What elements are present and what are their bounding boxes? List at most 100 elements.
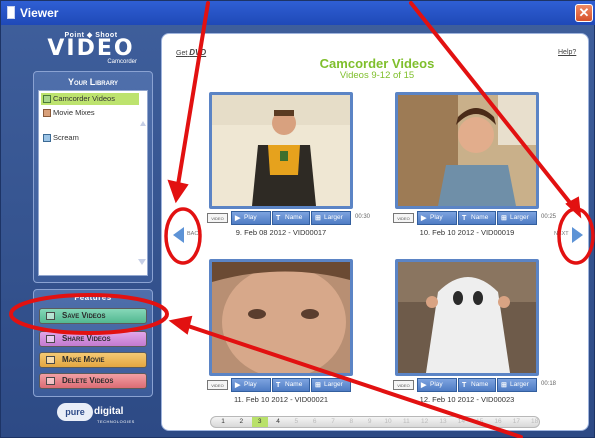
play-icon: ▶ [421, 215, 427, 222]
name-button[interactable]: T Name [458, 378, 496, 392]
name-label: Name [471, 214, 489, 221]
next-label: NEXT [554, 231, 569, 237]
name-button[interactable]: T Name [272, 378, 310, 392]
library-item-label: Scream [53, 133, 79, 142]
page-number[interactable]: 13 [435, 417, 451, 427]
video-duration: 00:30 [355, 214, 371, 220]
play-button[interactable]: ▶ Play [417, 378, 457, 392]
back-label: BACK [187, 231, 202, 237]
play-label: Play [244, 381, 257, 388]
help-link[interactable]: Help? [558, 49, 576, 56]
make-movie-button[interactable]: Make Movie [39, 352, 147, 368]
library-panel: Your Library Camcorder Videos Movie Mixe… [33, 71, 153, 283]
share-videos-button[interactable]: Share Videos [39, 331, 147, 347]
video-file-icon: VIDEO [393, 380, 414, 390]
play-label: Play [430, 214, 443, 221]
page-number[interactable]: 16 [490, 417, 506, 427]
product-logo: Point ◆ Shoot VIDEO Camcorder [31, 31, 151, 71]
library-item-camcorder-videos[interactable]: Camcorder Videos [41, 93, 139, 105]
library-item-scream[interactable]: Scream [41, 132, 139, 144]
get-dvd-prefix: Get [176, 50, 188, 57]
page-number[interactable]: 15 [472, 417, 488, 427]
video-caption: 10. Feb 10 2012 - VID00019 [419, 228, 515, 237]
window-title: Viewer [20, 6, 59, 20]
larger-label: Larger [324, 214, 343, 221]
arrow-left-icon [173, 227, 184, 243]
video-file-icon: VIDEO [393, 213, 414, 223]
video-browser-panel: Get DVD Help? Camcorder Videos Videos 9-… [161, 33, 589, 431]
page-number[interactable]: 3 [251, 417, 268, 427]
larger-button[interactable]: ⊞ Larger [311, 378, 351, 392]
text-icon: T [276, 215, 281, 222]
larger-button[interactable]: ⊞ Larger [497, 211, 537, 225]
brand-sub: TECHNOLOGIES [97, 419, 135, 424]
larger-button[interactable]: ⊞ Larger [497, 378, 537, 392]
video-thumbnail[interactable] [395, 259, 539, 376]
arrow-right-icon [572, 227, 583, 243]
video-controls: VIDEO ▶ Play T Name ⊞ Larger [207, 378, 353, 392]
page-number[interactable]: 17 [508, 417, 524, 427]
movie-icon [46, 356, 55, 364]
play-icon: ▶ [235, 382, 241, 389]
brand-ring: pure [57, 403, 93, 421]
page-number[interactable]: 14 [453, 417, 469, 427]
page-number[interactable]: 18 [527, 417, 543, 427]
page-number[interactable]: 11 [398, 417, 414, 427]
features-panel: Features Save Videos Share Videos Make M… [33, 289, 153, 397]
name-button[interactable]: T Name [272, 211, 310, 225]
get-dvd-link[interactable]: Get DVD [176, 48, 206, 57]
page-number[interactable]: 4 [270, 417, 286, 427]
play-label: Play [430, 381, 443, 388]
page-number[interactable]: 8 [343, 417, 359, 427]
enlarge-icon: ⊞ [501, 382, 507, 389]
trash-icon [46, 377, 55, 385]
enlarge-icon: ⊞ [315, 215, 321, 222]
video-thumbnail-image [398, 262, 536, 373]
page-number[interactable]: 1 [215, 417, 231, 427]
scroll-down-icon[interactable] [138, 259, 146, 265]
page-number[interactable]: 6 [307, 417, 323, 427]
page-number[interactable]: 12 [417, 417, 433, 427]
scroll-up-icon[interactable] [140, 121, 146, 126]
play-icon: ▶ [235, 215, 241, 222]
video-controls: VIDEO ▶ Play T Name ⊞ Larger 00:30 [207, 211, 370, 225]
page-number[interactable]: 10 [380, 417, 396, 427]
library-item-movie-mixes[interactable]: Movie Mixes [41, 107, 139, 119]
text-icon: T [462, 215, 467, 222]
page-subtitle: Videos 9-12 of 15 [339, 70, 415, 81]
video-thumbnail[interactable] [209, 259, 353, 376]
back-button[interactable]: BACK [173, 227, 205, 243]
name-button[interactable]: T Name [458, 211, 496, 225]
video-file-icon: VIDEO [207, 213, 228, 223]
play-button[interactable]: ▶ Play [231, 378, 271, 392]
larger-button[interactable]: ⊞ Larger [311, 211, 351, 225]
video-card: VIDEO ▶ Play T Name ⊞ Larger 11. Feb 10 201… [207, 259, 353, 421]
library-item-label: Camcorder Videos [53, 94, 115, 103]
name-label: Name [471, 381, 489, 388]
video-caption: 11. Feb 10 2012 - VID00021 [233, 395, 329, 404]
video-thumbnail[interactable] [209, 92, 353, 209]
video-thumbnail[interactable] [395, 92, 539, 209]
play-button[interactable]: ▶ Play [231, 211, 271, 225]
share-videos-label: Share Videos [62, 334, 111, 343]
app-icon [7, 6, 15, 19]
play-button[interactable]: ▶ Play [417, 211, 457, 225]
video-controls: VIDEO ▶ Play T Name ⊞ Larger 00:18 [393, 378, 556, 392]
video-card: VIDEO ▶ Play T Name ⊞ Larger 00:25 10. Feb … [393, 92, 556, 254]
video-file-icon: VIDEO [207, 380, 228, 390]
video-controls: VIDEO ▶ Play T Name ⊞ Larger 00:25 [393, 211, 556, 225]
save-videos-button[interactable]: Save Videos [39, 308, 147, 324]
next-button[interactable]: NEXT [554, 227, 586, 243]
play-label: Play [244, 214, 257, 221]
title-bar: Viewer ✕ [1, 1, 595, 25]
page-navigator: 1 2 3 4 5 6 7 8 9 10 11 12 13 14 15 16 17 18 [210, 416, 540, 428]
delete-videos-button[interactable]: Delete Videos [39, 373, 147, 389]
page-number[interactable]: 5 [288, 417, 304, 427]
video-caption: 12. Feb 10 2012 - VID00023 [419, 395, 515, 404]
page-number[interactable]: 7 [325, 417, 341, 427]
page-number[interactable]: 2 [233, 417, 249, 427]
close-button[interactable]: ✕ [575, 4, 593, 22]
page-number[interactable]: 9 [362, 417, 378, 427]
enlarge-icon: ⊞ [501, 215, 507, 222]
make-movie-label: Make Movie [62, 355, 105, 364]
